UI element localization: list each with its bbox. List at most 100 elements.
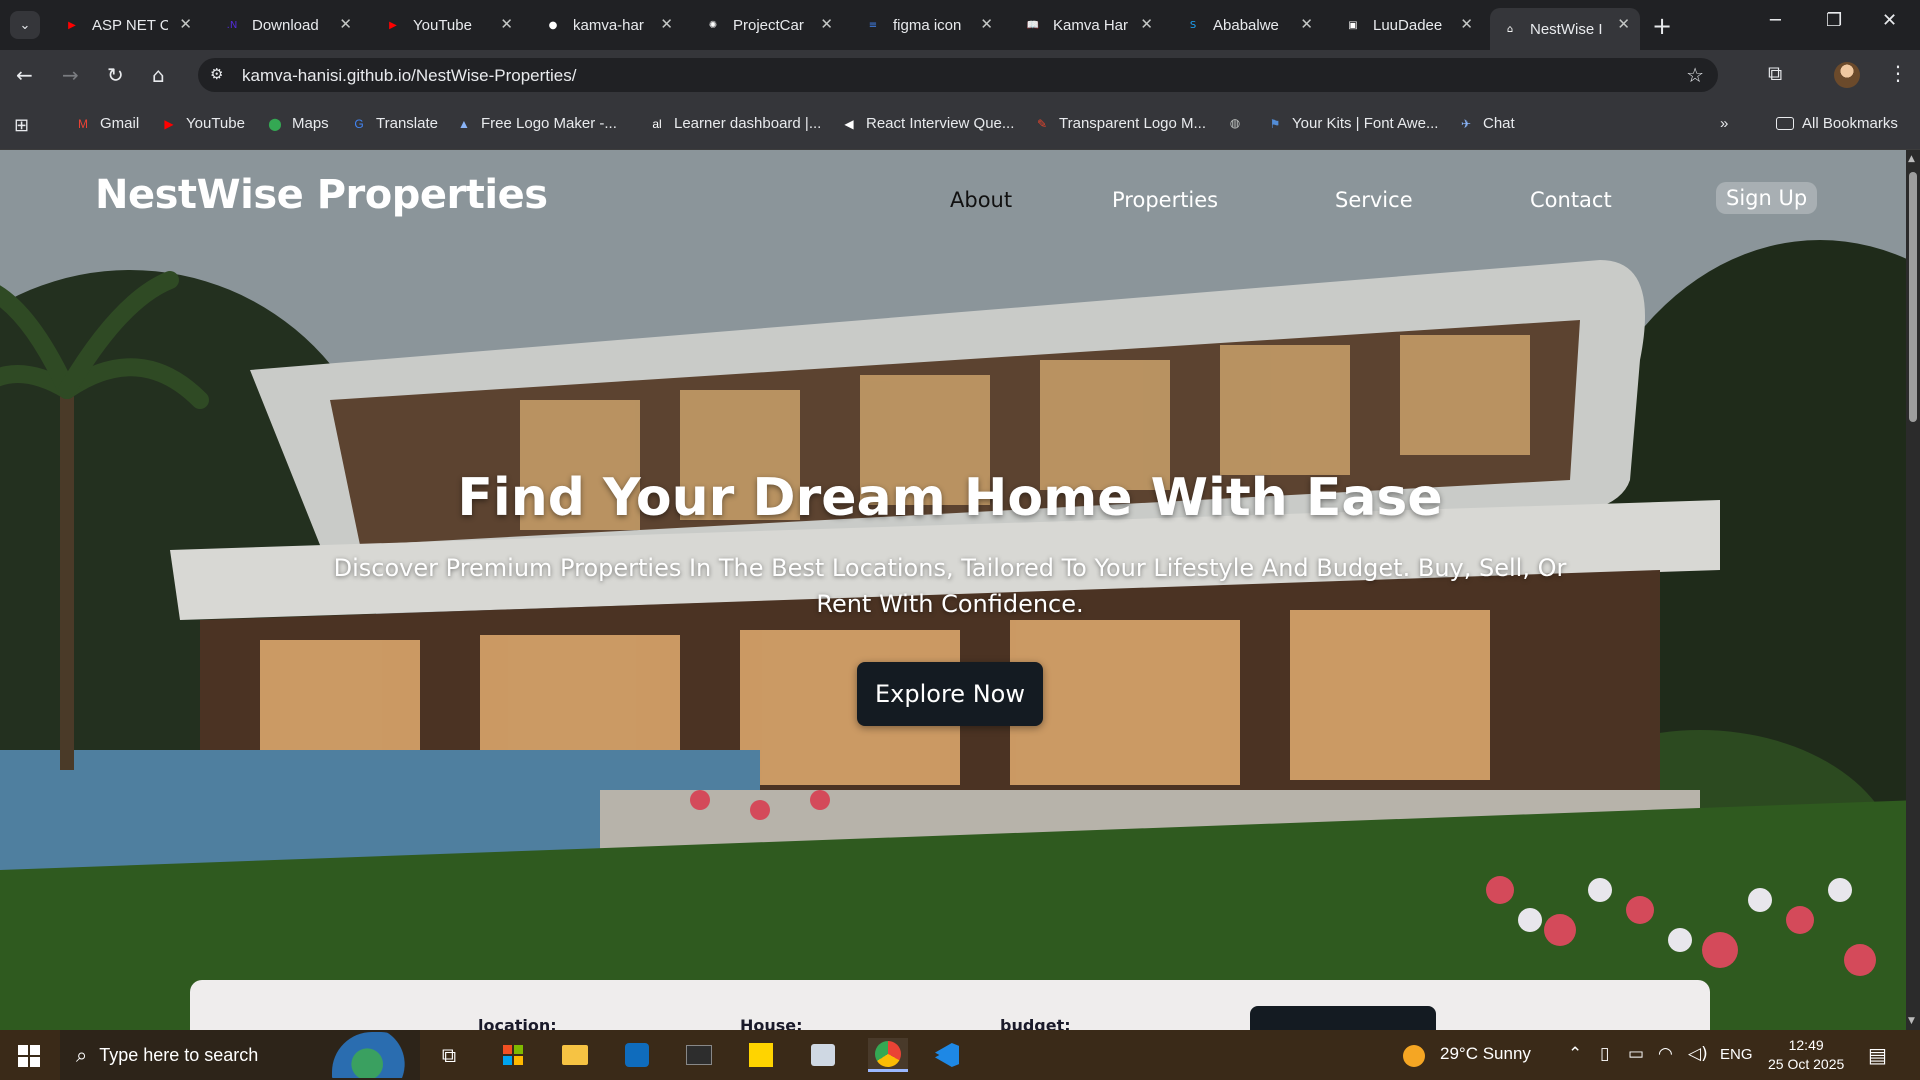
battery-icon[interactable]: ▭ [1628, 1044, 1644, 1064]
url-text[interactable]: kamva-hanisi.github.io/NestWise-Properti… [242, 66, 576, 86]
close-tab-icon[interactable]: ✕ [1300, 15, 1313, 33]
explore-now-button[interactable]: Explore Now [857, 662, 1043, 726]
bookmark-item[interactable]: ◍ [1226, 115, 1252, 131]
tab-title: NestWise I [1530, 20, 1603, 38]
home-icon[interactable]: ⌂ [152, 63, 165, 87]
outlook-icon[interactable] [620, 1038, 654, 1072]
bookmarks-bar: ⊞ M Gmail ▶ YouTube ⬤ Maps G Translate ▲ Free Log… [0, 100, 1920, 150]
nav-service[interactable]: Service [1335, 188, 1413, 212]
scroll-thumb[interactable] [1909, 172, 1917, 422]
volume-icon[interactable]: ◁) [1688, 1044, 1708, 1064]
weather-text[interactable]: 29°C Sunny [1440, 1044, 1531, 1064]
vscode-icon[interactable] [930, 1038, 964, 1072]
browser-tab[interactable]: S Ababalwe ✕ [1173, 8, 1323, 42]
device-icon[interactable]: ▯ [1600, 1044, 1609, 1064]
browser-tab[interactable]: ≡ figma icon ✕ [853, 8, 1003, 42]
browser-tab[interactable]: ▣ LuuDadee ✕ [1333, 8, 1483, 42]
all-bookmarks-button[interactable]: All Bookmarks [1776, 115, 1898, 132]
minimize-icon[interactable]: ─ [1770, 10, 1781, 31]
close-tab-icon[interactable]: ✕ [1460, 15, 1473, 33]
tab-strip: ⌄ ▶ ASP NET C ✕ .N Download ✕ ▶ YouTube ✕ ● kamva-… [0, 0, 1920, 50]
weather-sun-icon[interactable] [1403, 1045, 1425, 1067]
bookmark-item[interactable]: G Translate [350, 115, 438, 132]
site-info-icon[interactable]: ⚙ [210, 65, 223, 83]
terminal-icon[interactable] [682, 1038, 716, 1072]
close-tab-icon[interactable]: ✕ [1617, 15, 1630, 33]
browser-tab[interactable]: .N Download ✕ [212, 8, 362, 42]
youtube-icon: ▶ [68, 19, 76, 31]
taskbar-search[interactable]: ⌕ Type here to search [60, 1030, 420, 1080]
notepad-icon[interactable] [806, 1038, 840, 1072]
browser-tab[interactable]: ▶ YouTube ✕ [373, 8, 523, 42]
scroll-up-icon[interactable]: ▲ [1908, 154, 1915, 164]
close-window-icon[interactable]: ✕ [1882, 10, 1897, 31]
bookmark-item[interactable]: al Learner dashboard |... [648, 115, 821, 132]
reload-icon[interactable]: ↻ [107, 63, 124, 87]
tab-search-button[interactable]: ⌄ [10, 11, 40, 39]
bookmark-label: Maps [292, 115, 329, 132]
bookmark-item[interactable]: ⬤ Maps [266, 115, 329, 132]
nav-properties[interactable]: Properties [1112, 188, 1218, 212]
browser-menu-icon[interactable]: ⋮ [1888, 61, 1908, 85]
signup-button[interactable]: Sign Up [1716, 182, 1818, 214]
nav-contact[interactable]: Contact [1530, 188, 1612, 212]
back-icon[interactable]: ← [16, 63, 33, 87]
scroll-down-icon[interactable]: ▼ [1908, 1016, 1915, 1026]
browser-tab[interactable]: 📖 Kamva Har ✕ [1013, 8, 1163, 42]
webpage-viewport: NestWise Properties About Properties Ser… [0, 150, 1920, 1030]
close-tab-icon[interactable]: ✕ [339, 15, 352, 33]
microsoft-store-icon[interactable] [496, 1038, 530, 1072]
restore-icon[interactable]: ❐ [1826, 10, 1842, 31]
gmail-icon: M [78, 116, 88, 131]
close-tab-icon[interactable]: ✕ [179, 15, 192, 33]
youtube-icon: ▶ [389, 19, 397, 31]
more-bookmarks-icon[interactable]: » [1720, 115, 1728, 132]
browser-tab[interactable]: ✺ ProjectCar ✕ [693, 8, 843, 42]
bookmark-item[interactable]: ▶ YouTube [160, 115, 245, 132]
close-tab-icon[interactable]: ✕ [660, 15, 673, 33]
close-tab-icon[interactable]: ✕ [1140, 15, 1153, 33]
bookmark-star-icon[interactable]: ☆ [1686, 63, 1704, 87]
bookmark-item[interactable]: ✎ Transparent Logo M... [1033, 115, 1206, 132]
windows-start-icon[interactable] [18, 1045, 40, 1067]
bookmark-item[interactable]: ⚑ Your Kits | Font Awe... [1266, 115, 1439, 132]
address-bar[interactable]: ⚙ kamva-hanisi.github.io/NestWise-Proper… [198, 58, 1718, 92]
clock-date: 25 Oct 2025 [1768, 1056, 1845, 1072]
forward-icon[interactable]: → [62, 63, 79, 87]
page-scrollbar[interactable]: ▲ ▼ [1906, 150, 1920, 1030]
clock-time: 12:49 [1788, 1037, 1824, 1053]
new-tab-button[interactable]: + [1652, 12, 1672, 40]
sticky-notes-icon[interactable] [744, 1038, 778, 1072]
wifi-icon[interactable]: ◠ [1658, 1044, 1673, 1064]
close-tab-icon[interactable]: ✕ [820, 15, 833, 33]
extensions-icon[interactable]: ⧉ [1768, 61, 1782, 85]
s-icon: S [1189, 19, 1197, 31]
profile-avatar[interactable] [1834, 62, 1860, 88]
chatgpt-icon: ✺ [708, 19, 718, 31]
close-tab-icon[interactable]: ✕ [980, 15, 993, 33]
apps-grid-icon[interactable]: ⊞ [14, 115, 29, 136]
search-submit-button[interactable] [1250, 1006, 1436, 1030]
language-indicator[interactable]: ENG [1720, 1046, 1753, 1063]
notification-icon[interactable]: ▤ [1868, 1043, 1887, 1067]
file-explorer-icon[interactable] [558, 1038, 592, 1072]
house-icon: ⌂ [1506, 23, 1514, 35]
docs-icon: ≡ [868, 19, 878, 31]
browser-tab[interactable]: ⌂ NestWise I ✕ [1490, 8, 1640, 50]
location-label: location: [478, 1016, 557, 1030]
bookmark-item[interactable]: ✈ Chat [1457, 115, 1515, 132]
browser-tab[interactable]: ● kamva-har ✕ [533, 8, 683, 42]
browser-tab[interactable]: ▶ ASP NET C ✕ [52, 8, 202, 42]
tray-chevron-icon[interactable]: ⌃ [1568, 1044, 1582, 1064]
bookmark-item[interactable]: ◀ React Interview Que... [840, 115, 1014, 132]
task-view-icon[interactable]: ⧉ [432, 1038, 466, 1072]
chrome-icon[interactable] [868, 1038, 908, 1072]
nav-about[interactable]: About [950, 188, 1012, 212]
tab-title: LuuDadee [1373, 16, 1443, 34]
hero-subtitle: Discover Premium Properties In The Best … [333, 554, 1567, 618]
system-clock[interactable]: 12:49 25 Oct 2025 [1768, 1036, 1844, 1074]
bookmark-item[interactable]: M Gmail [74, 115, 139, 132]
close-tab-icon[interactable]: ✕ [500, 15, 513, 33]
bookmark-item[interactable]: ▲ Free Logo Maker -... [455, 115, 617, 132]
site-logo[interactable]: NestWise Properties [95, 172, 548, 218]
